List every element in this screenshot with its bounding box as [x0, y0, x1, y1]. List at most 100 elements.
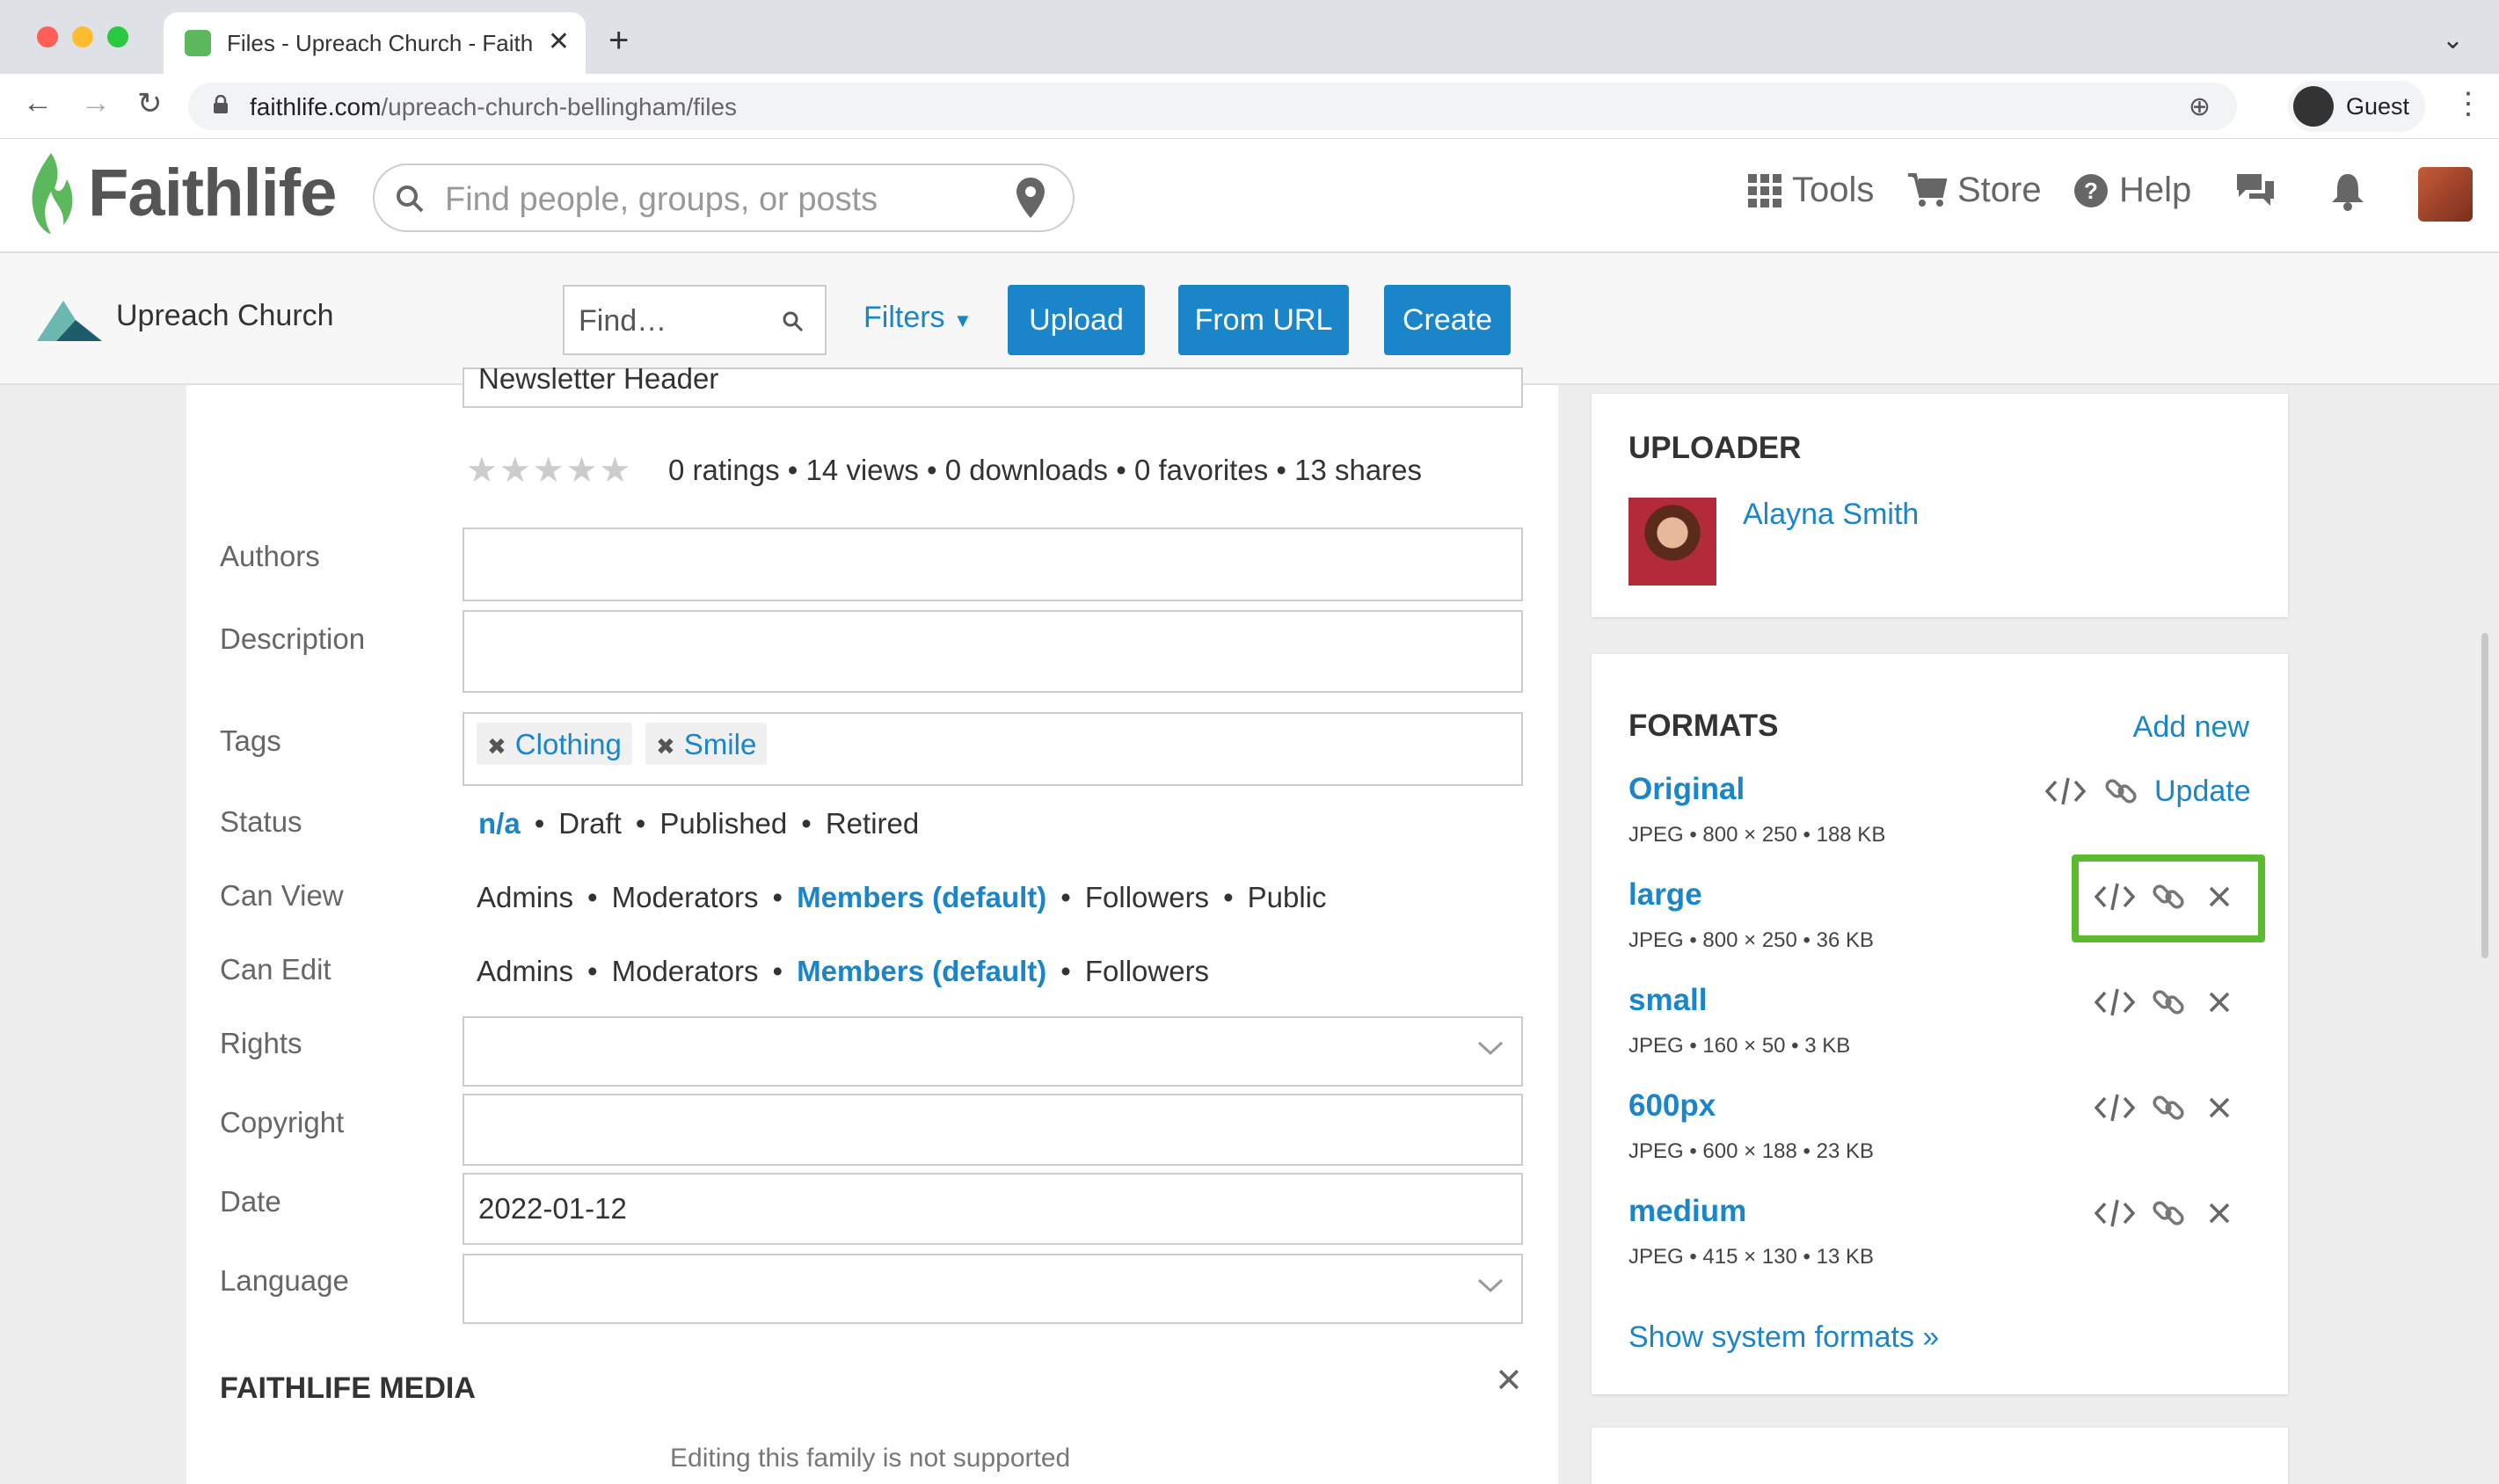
can-edit-moderators[interactable]: Moderators — [612, 955, 759, 987]
tags-label: Tags — [220, 724, 281, 757]
store-menu[interactable]: Store — [1908, 171, 2042, 210]
search-icon — [397, 186, 424, 213]
profile-button[interactable]: Guest — [2288, 81, 2425, 132]
find-placeholder: Find… — [579, 304, 667, 338]
zoom-icon[interactable]: ⊕ — [2189, 91, 2211, 122]
files-find-input[interactable]: Find… — [563, 285, 827, 355]
format-name-link[interactable]: 600px — [1628, 1088, 1716, 1124]
filters-dropdown[interactable]: Filters ▼ — [863, 301, 973, 335]
url-field[interactable]: faithlife.com/upreach-church-bellingham/… — [188, 83, 2237, 130]
church-name[interactable]: Upreach Church — [116, 299, 334, 333]
notifications-bell-icon[interactable] — [2330, 171, 2365, 211]
next-card — [1592, 1428, 2288, 1484]
authors-label: Authors — [220, 540, 320, 572]
date-field[interactable]: 2022-01-12 — [463, 1173, 1523, 1245]
format-meta: JPEG • 600 × 188 • 23 KB — [1628, 1139, 1874, 1163]
tools-menu[interactable]: Tools — [1748, 171, 1874, 210]
embed-code-icon[interactable] — [2095, 987, 2135, 1017]
title-field[interactable]: Newsletter Header — [463, 362, 1523, 408]
can-view-public[interactable]: Public — [1248, 881, 1327, 913]
new-tab-icon[interactable]: + — [608, 21, 629, 61]
can-edit-admins[interactable]: Admins — [477, 955, 573, 987]
can-view-label: Can View — [220, 879, 344, 912]
status-option-na[interactable]: n/a — [478, 807, 521, 840]
link-icon[interactable] — [2151, 1090, 2186, 1125]
format-name-link[interactable]: large — [1628, 877, 1702, 913]
profile-label: Guest — [2346, 93, 2410, 120]
user-avatar[interactable] — [2418, 167, 2473, 222]
create-button[interactable]: Create — [1384, 285, 1511, 355]
embed-code-icon[interactable] — [2045, 776, 2086, 806]
copyright-field[interactable] — [463, 1094, 1523, 1166]
status-option-retired[interactable]: Retired — [826, 807, 919, 840]
can-view-followers[interactable]: Followers — [1085, 881, 1209, 913]
link-icon[interactable] — [2151, 985, 2186, 1020]
chevron-down-icon — [1477, 1278, 1504, 1293]
link-icon[interactable] — [2103, 774, 2138, 809]
show-system-formats-link[interactable]: Show system formats » — [1628, 1320, 1939, 1355]
page-scrollbar[interactable] — [2481, 633, 2488, 958]
date-value: 2022-01-12 — [478, 1192, 627, 1225]
faithlife-media-heading: FAITHLIFE MEDIA — [220, 1371, 476, 1405]
format-name-link[interactable]: Original — [1628, 772, 1745, 807]
browser-tab[interactable]: Files - Upreach Church - Faithlife ✕ — [164, 12, 586, 74]
faithlife-logo-text[interactable]: Faithlife — [88, 155, 337, 231]
back-arrow-icon[interactable]: ← — [23, 86, 53, 120]
browser-tab-bar: Files - Upreach Church - Faithlife ✕ + ⌄ — [0, 0, 2499, 74]
global-search-input[interactable]: Find people, groups, or posts — [373, 164, 1075, 232]
messages-icon[interactable] — [2233, 171, 2277, 209]
embed-code-icon[interactable] — [2095, 1198, 2135, 1228]
authors-field[interactable] — [463, 527, 1523, 601]
rating-stars[interactable]: ★★★★★ — [466, 450, 632, 491]
guest-avatar-icon — [2293, 86, 2334, 127]
format-actions — [2095, 985, 2232, 1020]
format-name-link[interactable]: medium — [1628, 1194, 1746, 1229]
reload-icon[interactable]: ↻ — [137, 86, 163, 121]
window-close-button[interactable] — [37, 26, 58, 47]
delete-x-icon[interactable] — [2207, 1201, 2232, 1226]
description-field[interactable] — [463, 610, 1523, 693]
link-icon[interactable] — [2151, 1196, 2186, 1231]
upload-button[interactable]: Upload — [1008, 285, 1145, 355]
can-view-options: Admins • Moderators • Members (default) • Foll… — [477, 881, 1327, 913]
church-logo-icon[interactable] — [37, 297, 102, 341]
tag-clothing[interactable]: ✖ Clothing — [477, 723, 632, 765]
format-name-link[interactable]: small — [1628, 983, 1708, 1018]
window-maximize-button[interactable] — [107, 26, 128, 47]
can-view-moderators[interactable]: Moderators — [612, 881, 759, 913]
remove-tag-icon[interactable]: ✖ — [656, 733, 675, 760]
rights-select[interactable] — [463, 1016, 1523, 1087]
add-new-format-link[interactable]: Add new — [2133, 710, 2249, 745]
delete-x-icon[interactable] — [2207, 1095, 2232, 1120]
close-icon[interactable]: ✕ — [1495, 1361, 1523, 1400]
tab-close-icon[interactable]: ✕ — [548, 26, 570, 57]
status-option-draft[interactable]: Draft — [558, 807, 622, 840]
update-format-link[interactable]: Update — [2154, 775, 2251, 809]
uploader-name-link[interactable]: Alayna Smith — [1743, 498, 1919, 532]
faithlife-flame-icon[interactable] — [25, 151, 77, 236]
delete-x-icon[interactable] — [2207, 990, 2232, 1015]
remove-tag-icon[interactable]: ✖ — [487, 733, 506, 760]
tag-smile[interactable]: ✖ Smile — [645, 723, 768, 765]
can-view-admins[interactable]: Admins — [477, 881, 573, 913]
embed-code-icon[interactable] — [2095, 1093, 2135, 1123]
browser-address-bar: ← → ↻ faithlife.com/upreach-church-belli… — [0, 74, 2499, 139]
language-select[interactable] — [463, 1254, 1523, 1324]
help-menu[interactable]: ? Help — [2073, 171, 2191, 210]
forward-arrow-icon[interactable]: → — [81, 86, 111, 120]
can-view-members[interactable]: Members (default) — [797, 881, 1046, 913]
url-text: faithlife.com/upreach-church-bellingham/… — [250, 93, 738, 120]
can-edit-followers[interactable]: Followers — [1085, 955, 1209, 987]
location-pin-icon[interactable] — [1015, 176, 1046, 220]
uploader-avatar[interactable] — [1628, 498, 1716, 586]
description-label: Description — [220, 622, 366, 655]
window-minimize-button[interactable] — [72, 26, 93, 47]
status-option-published[interactable]: Published — [659, 807, 787, 840]
can-edit-members[interactable]: Members (default) — [797, 955, 1046, 987]
rights-label: Rights — [220, 1027, 302, 1059]
tab-search-chevron-icon[interactable]: ⌄ — [2442, 25, 2464, 55]
tags-field[interactable]: ✖ Clothing ✖ Smile — [463, 712, 1523, 786]
from-url-button[interactable]: From URL — [1178, 285, 1349, 355]
language-label: Language — [220, 1264, 349, 1297]
browser-menu-icon[interactable]: ⋮ — [2453, 86, 2483, 121]
